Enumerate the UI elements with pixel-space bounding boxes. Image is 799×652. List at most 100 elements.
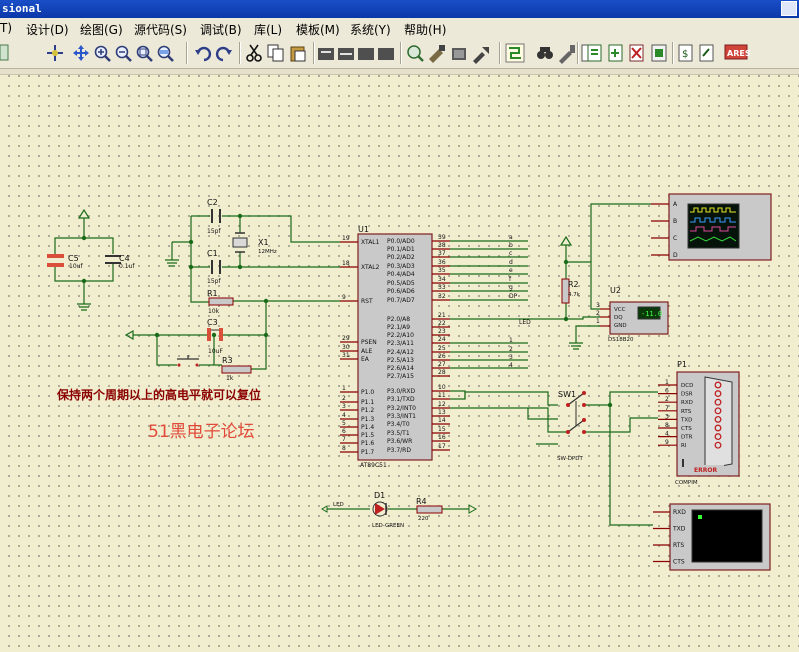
u1-pin-number: 39	[438, 234, 446, 241]
junction-dot	[563, 316, 569, 322]
ground-symbol	[569, 342, 583, 350]
junction-dot	[263, 298, 269, 304]
remove-sheet-icon[interactable]	[629, 44, 644, 62]
search-icon[interactable]	[537, 47, 553, 59]
wire-autorouter-icon[interactable]	[505, 43, 525, 63]
power-symbol	[559, 235, 573, 246]
u1-pin-number: 6	[342, 428, 346, 435]
menu-template[interactable]: 模板(M)	[296, 21, 340, 38]
u1-pin-number: 14	[438, 417, 446, 424]
ares-icon[interactable]: ARES	[724, 44, 751, 60]
refresh-icon[interactable]	[0, 44, 9, 61]
p1-pin-number: 6	[665, 388, 669, 395]
menu-view-fragment[interactable]: T)	[0, 21, 12, 35]
c3-plate	[219, 328, 223, 341]
menu-design[interactable]: 设计(D)	[26, 21, 69, 38]
erc-icon[interactable]: $	[678, 44, 693, 62]
netlist-icon[interactable]	[699, 44, 714, 62]
u1-pin-number: 4	[342, 412, 346, 419]
zoom-all-icon[interactable]	[136, 45, 153, 62]
p1-pin-name: DTR	[681, 435, 693, 441]
property-assign-icon[interactable]	[559, 45, 575, 64]
sw1-contact	[582, 391, 586, 395]
package-tool-icon[interactable]	[452, 48, 466, 60]
zoom-out-icon[interactable]	[115, 45, 132, 62]
undo-icon[interactable]	[195, 46, 212, 62]
p0-net-label: f	[509, 276, 512, 283]
u1-pin-name: P0.4/AD4	[387, 271, 415, 278]
u1-pin-number: 22	[438, 320, 446, 327]
schematic-canvas[interactable]: U1 AT89C51 19 XTAL1 18 XTAL2 9 RST 29 PSEN 30 ALE 31…	[0, 75, 799, 652]
terminal-pin-name: CTS	[673, 559, 685, 566]
u1-pin-name: P0.0/AD0	[387, 238, 415, 245]
u1-pin-name: P3.1/TXD	[387, 396, 415, 403]
window-control-button[interactable]	[781, 1, 797, 16]
zoom-area-icon[interactable]	[157, 45, 174, 62]
u1-pin-name: P2.5/A13	[387, 357, 414, 364]
menu-system[interactable]: 系统(Y)	[350, 21, 391, 38]
wire-rxd-sw	[450, 391, 558, 406]
redo-icon[interactable]	[215, 46, 232, 62]
u2-pin-number: 2	[596, 310, 600, 317]
paste-icon[interactable]	[290, 46, 306, 62]
crosshair-icon[interactable]	[47, 45, 63, 61]
bom-icon[interactable]	[651, 44, 667, 62]
u1-pin-name: RST	[361, 298, 373, 305]
terminal-screen	[691, 509, 763, 563]
u1-pin-number: 9	[342, 294, 346, 301]
u1-pin-number: 2	[342, 395, 346, 402]
u2-pin-number: 3	[596, 302, 600, 309]
u1-pin-number: 16	[438, 434, 446, 441]
menu-library[interactable]: 库(L)	[254, 21, 282, 38]
d1-ref: D1	[374, 491, 385, 500]
r1-body	[208, 297, 234, 306]
u1-pin-number: 28	[438, 369, 446, 376]
c1-value: 15pf	[207, 278, 221, 285]
menu-source[interactable]: 源代码(S)	[134, 21, 187, 38]
sw1-part: SW-DPDT	[557, 456, 583, 462]
p1-pin-name: CTS	[681, 426, 692, 432]
decompose-icon[interactable]	[473, 47, 489, 64]
menu-help[interactable]: 帮助(H)	[404, 21, 446, 38]
p1-pin-name: DSR	[681, 392, 693, 398]
ground-symbol	[77, 303, 91, 311]
u1-pin-number: 38	[438, 242, 446, 249]
pan-icon[interactable]	[73, 45, 89, 61]
u1-ref: U1	[358, 225, 369, 234]
p1-pin-number: 8	[665, 422, 669, 429]
cut-icon[interactable]	[246, 44, 262, 62]
u1-pin-name: P1.5	[361, 432, 374, 439]
add-sheet-icon[interactable]	[608, 44, 623, 62]
block-move-icon[interactable]	[338, 48, 354, 60]
menu-debug[interactable]: 调试(B)	[200, 21, 242, 38]
d1-body	[375, 503, 385, 515]
wire-txd-sw	[450, 407, 558, 420]
u1-pin-number: 30	[342, 344, 350, 351]
r4-value: 220	[418, 516, 429, 522]
power-terminal	[124, 329, 134, 341]
u1-pin-name: P2.6/A14	[387, 365, 414, 372]
u1-pin-name: P2.7/A15	[387, 373, 414, 380]
menu-draw[interactable]: 绘图(G)	[80, 21, 123, 38]
junction-dot	[154, 332, 160, 338]
new-sheet-icon[interactable]	[587, 44, 602, 62]
block-copy-icon[interactable]	[318, 48, 334, 60]
block-delete-icon[interactable]	[378, 48, 394, 60]
p1-pin-number: 2	[665, 396, 669, 403]
pick-device-icon[interactable]	[407, 45, 424, 62]
wire-c5-top	[54, 218, 85, 254]
wire-p30	[450, 390, 466, 399]
block-rotate-icon[interactable]	[358, 48, 374, 60]
u1-pin-name: P2.2/A10	[387, 332, 414, 339]
x1-body	[232, 237, 248, 248]
copy-icon[interactable]	[267, 44, 284, 62]
c2-ref: C2	[207, 198, 218, 207]
wire-scope-a	[590, 203, 651, 262]
zoom-in-icon[interactable]	[94, 45, 111, 62]
u1-pin-name: P0.6/AD6	[387, 288, 415, 295]
ares-label: ARES	[727, 49, 751, 58]
c5-plate	[47, 263, 64, 267]
u1-pin-number: 15	[438, 426, 446, 433]
make-device-icon[interactable]	[429, 45, 445, 63]
junction-dot	[263, 332, 269, 338]
